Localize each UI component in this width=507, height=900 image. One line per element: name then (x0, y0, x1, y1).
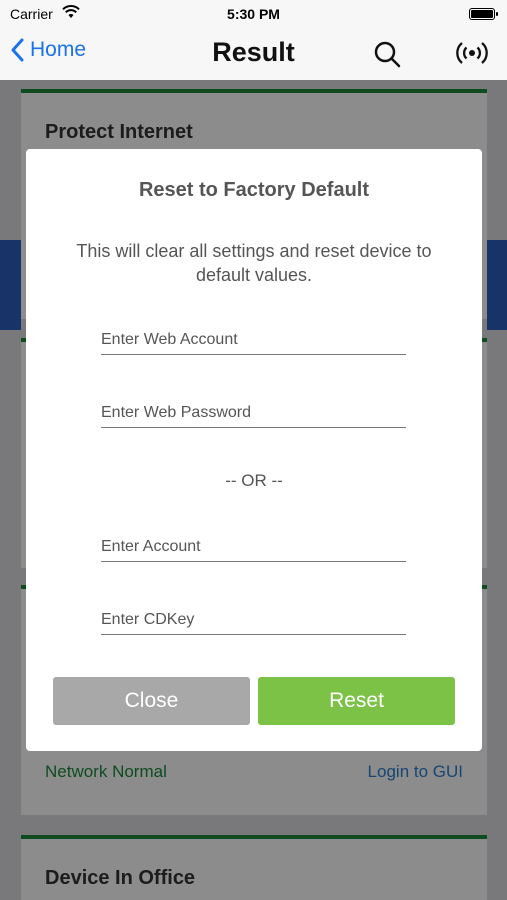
account-input[interactable] (101, 532, 406, 561)
clock: 5:30 PM (227, 6, 280, 22)
or-separator: -- OR -- (225, 471, 283, 490)
cdkey-field (101, 605, 406, 635)
close-button[interactable]: Close (53, 677, 250, 725)
web-account-input[interactable] (101, 325, 406, 354)
account-field (101, 532, 406, 562)
reset-button[interactable]: Reset (258, 677, 455, 725)
page-title: Result (212, 37, 295, 67)
web-password-field (101, 398, 406, 428)
cdkey-input[interactable] (101, 605, 406, 634)
search-icon[interactable] (373, 40, 401, 73)
reset-dialog: Reset to Factory Default This will clear… (26, 149, 482, 751)
web-password-input[interactable] (101, 398, 406, 427)
navigation-bar: Home Result (0, 28, 507, 80)
dialog-title: Reset to Factory Default (138, 179, 370, 201)
broadcast-icon[interactable] (456, 40, 488, 71)
dialog-message: This will clear all settings and reset d… (76, 241, 432, 285)
status-bar: Carrier 5:30 PM (0, 0, 507, 28)
battery-icon (469, 8, 498, 20)
web-account-field (101, 325, 406, 355)
